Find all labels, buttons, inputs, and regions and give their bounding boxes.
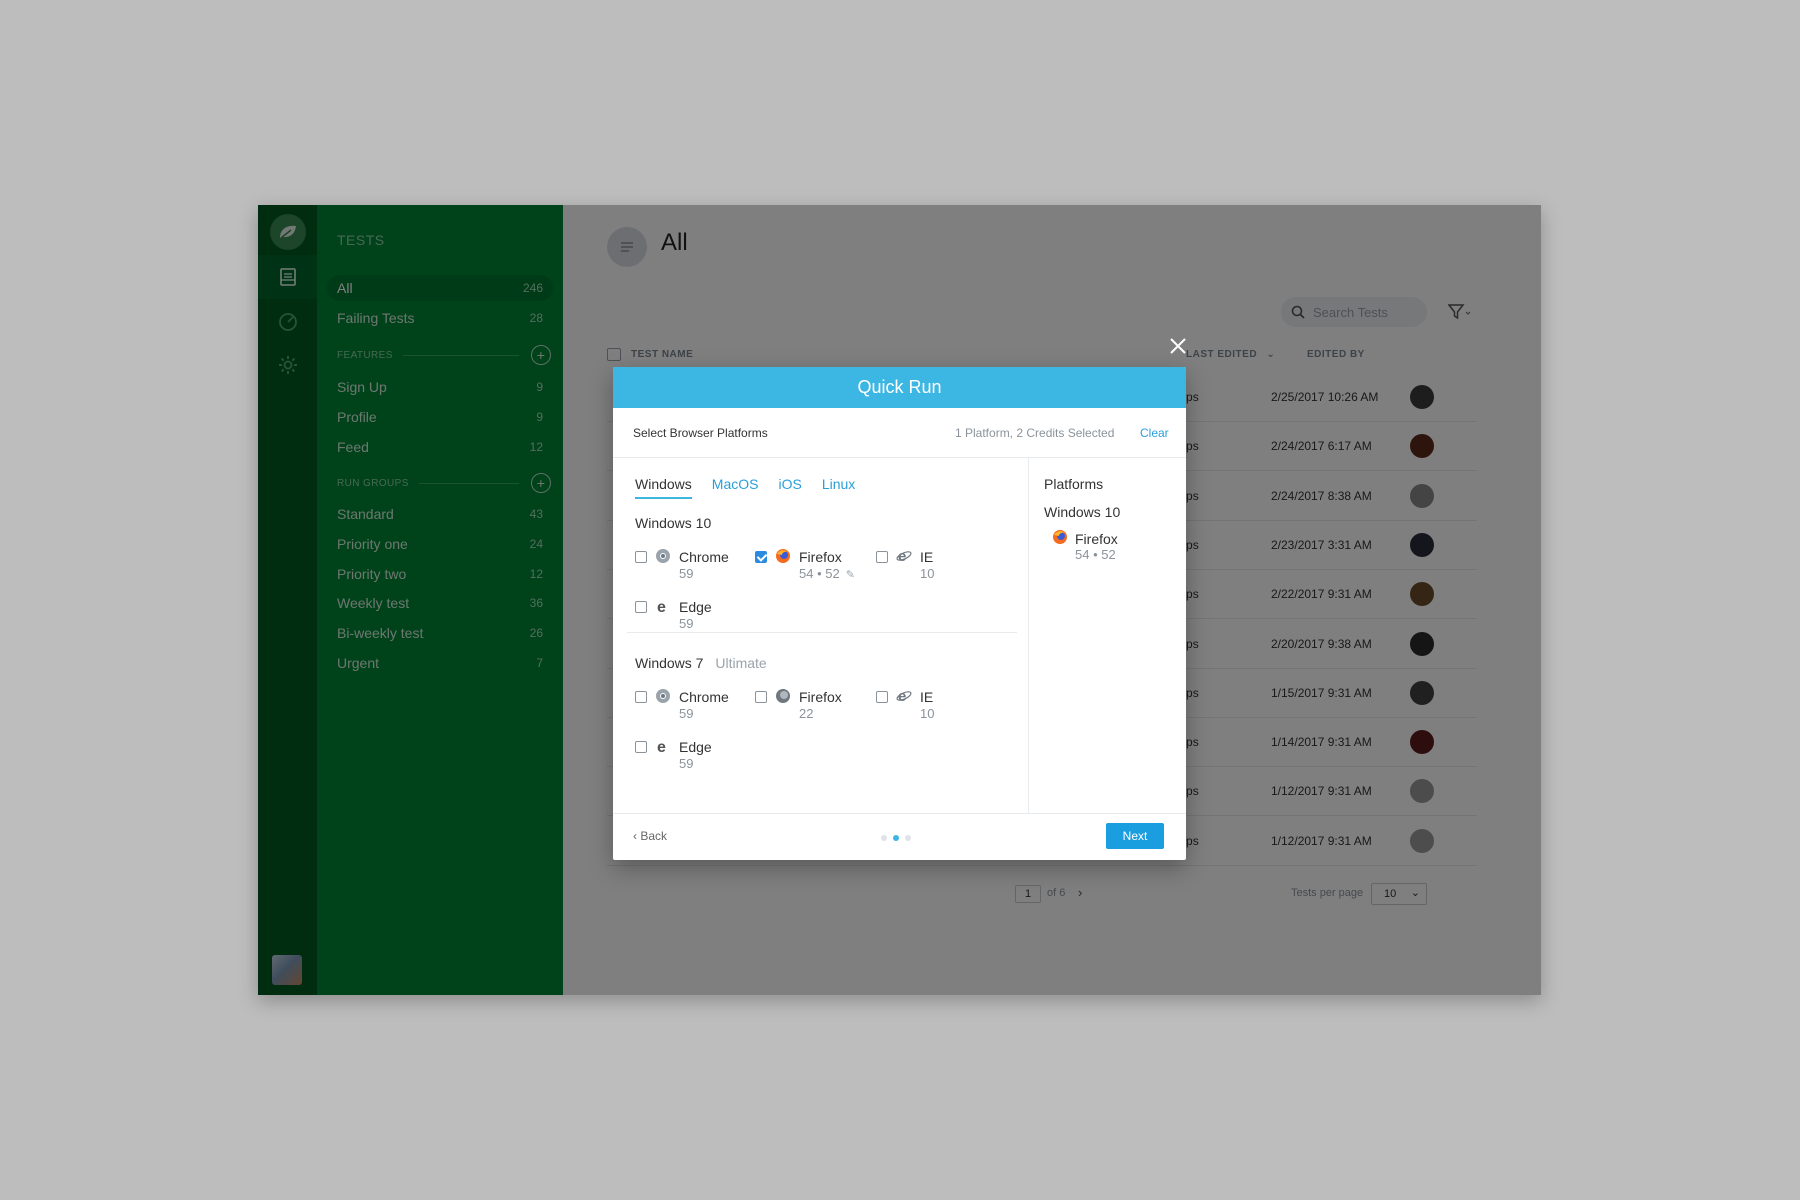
- select-platforms-label: Select Browser Platforms: [633, 426, 768, 440]
- browser-version-text: 59: [679, 706, 694, 721]
- ie-icon: e: [896, 548, 912, 565]
- os-edition: Ultimate: [715, 655, 767, 671]
- close-icon[interactable]: [1166, 334, 1190, 358]
- browser-version-text: 10: [920, 706, 935, 721]
- browser-option-edge[interactable]: e Edge 59: [635, 736, 745, 776]
- browser-name: Firefox: [799, 689, 842, 705]
- step-dot: [893, 835, 899, 841]
- ie-icon: e: [896, 688, 912, 705]
- browser-version-text: 59: [679, 566, 694, 581]
- tab-macos[interactable]: MacOS: [712, 476, 759, 499]
- os-name: Windows 7: [635, 655, 704, 671]
- browser-version: 59: [679, 566, 693, 581]
- back-label: Back: [640, 829, 668, 843]
- platform-picker: Windows MacOS iOS Linux Windows 10 Chrom…: [613, 458, 1029, 813]
- browser-checkbox[interactable]: [635, 551, 647, 563]
- svg-text:e: e: [657, 599, 666, 614]
- browser-version-text: 59: [679, 756, 694, 771]
- os-name: Windows 10: [635, 515, 712, 531]
- browser-version: 54 • 52 ✎: [799, 566, 855, 581]
- modal-footer: ‹ Back Next: [613, 813, 1186, 860]
- selected-os: Windows 10: [1044, 504, 1121, 520]
- browser-checkbox[interactable]: [635, 741, 647, 753]
- tab-ios[interactable]: iOS: [778, 476, 801, 499]
- browser-option-chrome[interactable]: Chrome 59: [635, 686, 745, 726]
- clear-link[interactable]: Clear: [1140, 426, 1169, 440]
- browser-checkbox[interactable]: [755, 691, 767, 703]
- next-button[interactable]: Next: [1106, 823, 1164, 849]
- firefox-icon: [1052, 529, 1068, 545]
- browser-version: 59: [679, 756, 693, 771]
- edge-icon: e: [655, 598, 671, 616]
- browser-option-ie[interactable]: e IE 10: [876, 546, 986, 586]
- browser-name: IE: [920, 689, 934, 705]
- browser-version-text: 59: [679, 616, 694, 631]
- browser-option-firefox[interactable]: Firefox 54 • 52 ✎: [755, 546, 865, 586]
- step-dot: [905, 835, 911, 841]
- browser-version: 59: [679, 616, 693, 631]
- browser-version: 22: [799, 706, 813, 721]
- modal-title: Quick Run: [613, 367, 1186, 408]
- firefox-icon: [775, 548, 791, 564]
- browser-option-firefox[interactable]: Firefox 22: [755, 686, 865, 726]
- modal-subheader: Select Browser Platforms 1 Platform, 2 C…: [613, 408, 1186, 458]
- selected-browser: Firefox: [1075, 531, 1118, 547]
- os-title-windows-7: Windows 7 Ultimate: [635, 655, 767, 671]
- browser-checkbox[interactable]: [635, 691, 647, 703]
- back-button[interactable]: ‹ Back: [633, 829, 667, 843]
- chrome-icon: [655, 548, 671, 564]
- platforms-title: Platforms: [1044, 476, 1104, 492]
- edit-pencil-icon[interactable]: ✎: [846, 569, 855, 581]
- step-indicator: [881, 835, 917, 841]
- browser-checkbox[interactable]: [635, 601, 647, 613]
- browser-version: 59: [679, 706, 693, 721]
- browser-checkbox[interactable]: [876, 551, 888, 563]
- browser-checkbox[interactable]: [876, 691, 888, 703]
- quick-run-modal: Quick Run Select Browser Platforms 1 Pla…: [613, 367, 1186, 860]
- selection-summary: 1 Platform, 2 Credits Selected: [955, 426, 1115, 440]
- browser-version: 10: [920, 566, 934, 581]
- tab-linux[interactable]: Linux: [822, 476, 855, 499]
- browser-name: Firefox: [799, 549, 842, 565]
- browser-version-text: 22: [799, 706, 814, 721]
- browser-version: 10: [920, 706, 934, 721]
- browser-name: IE: [920, 549, 934, 565]
- section-divider: [627, 632, 1017, 633]
- browser-version-text: 10: [920, 566, 935, 581]
- chrome-icon: [655, 688, 671, 704]
- tab-windows[interactable]: Windows: [635, 476, 692, 499]
- selected-platforms-panel: Platforms Windows 10 Firefox 54 • 52: [1029, 458, 1186, 813]
- firefox-icon: [775, 688, 791, 704]
- os-tabs: Windows MacOS iOS Linux: [635, 476, 875, 499]
- step-dot: [881, 835, 887, 841]
- edge-icon: e: [655, 738, 671, 756]
- browser-name: Chrome: [679, 689, 729, 705]
- browser-name: Edge: [679, 599, 712, 615]
- browser-name: Chrome: [679, 549, 729, 565]
- browser-checkbox[interactable]: [755, 551, 767, 563]
- browser-option-ie[interactable]: e IE 10: [876, 686, 986, 726]
- selected-versions: 54 • 52: [1075, 547, 1116, 562]
- browser-option-chrome[interactable]: Chrome 59: [635, 546, 745, 586]
- os-title-windows-10: Windows 10: [635, 515, 711, 531]
- browser-option-edge[interactable]: e Edge 59: [635, 596, 745, 636]
- browser-name: Edge: [679, 739, 712, 755]
- svg-text:e: e: [657, 739, 666, 754]
- browser-version-text: 54 • 52: [799, 566, 840, 581]
